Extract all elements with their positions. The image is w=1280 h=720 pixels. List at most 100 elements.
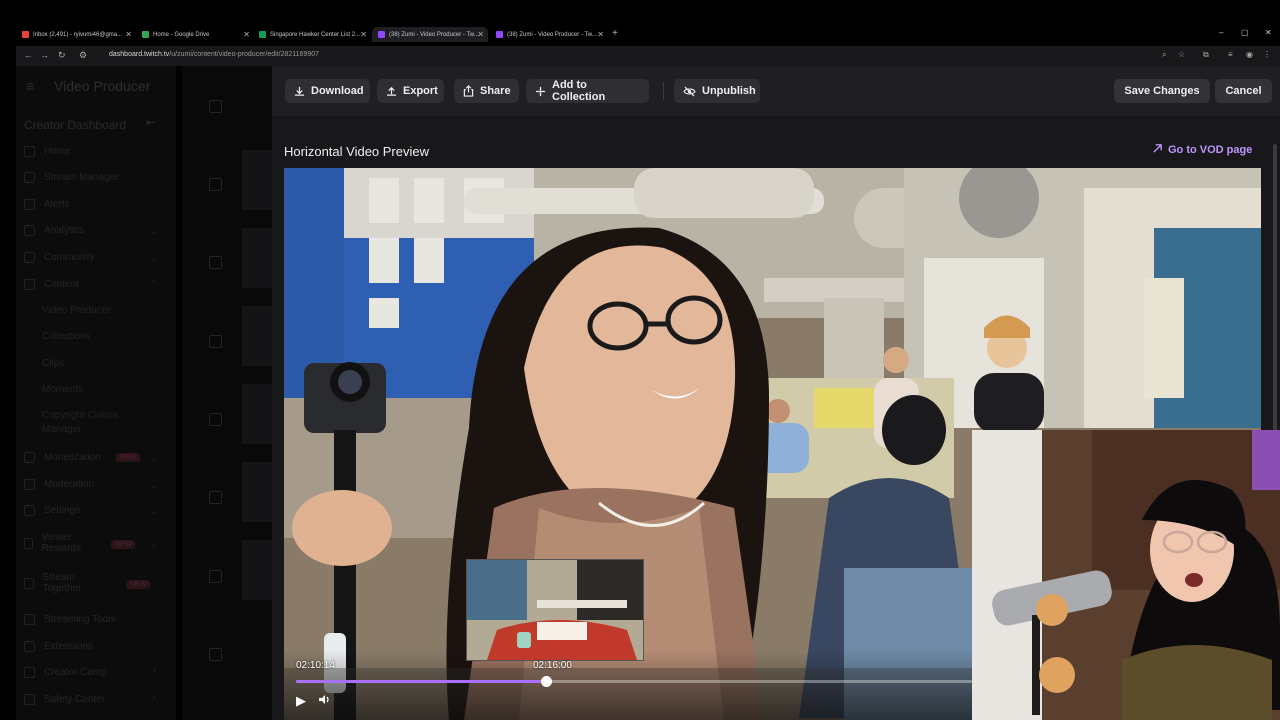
bookmark-star-icon[interactable]: ☆ — [1178, 50, 1185, 59]
new-tab-button[interactable]: + — [612, 28, 618, 39]
close-tab-icon[interactable]: ✕ — [360, 30, 367, 39]
vod-link-label: Go to VOD page — [1168, 144, 1253, 156]
close-tab-icon[interactable]: ✕ — [125, 30, 132, 39]
drive-icon — [142, 31, 149, 38]
forward-icon[interactable]: → — [40, 50, 49, 60]
row-checkbox[interactable] — [209, 335, 222, 348]
browser-tab-active[interactable]: (38) Zumi - Video Producer - Tw... ✕ — [372, 27, 488, 42]
sidebar-subitem[interactable]: Copyright Claims Manager — [42, 409, 142, 437]
sidebar-item-viewer-rewards[interactable]: Viewer Rewards — [24, 532, 94, 554]
row-checkbox[interactable] — [209, 413, 222, 426]
chevron-up-icon: ⌃ — [150, 279, 157, 288]
webcam-frame — [972, 430, 1280, 720]
sidebar-subitem[interactable]: Moments — [42, 383, 83, 397]
sidebar-item-stream-together[interactable]: Stream Together — [24, 572, 104, 594]
together-icon — [24, 577, 34, 589]
browser-tab[interactable]: Inbox (2,491) - ryivumi46@gma... ✕ — [22, 27, 132, 42]
sidebar-item-monetization[interactable]: Monetization — [24, 452, 101, 463]
export-button[interactable]: Export — [377, 79, 444, 103]
sidebar-item-label: Safety Center — [44, 694, 106, 705]
preview-title: Horizontal Video Preview — [284, 144, 429, 159]
sidebar-subitem[interactable]: Clips — [42, 357, 64, 371]
sidebar-item-stream-manager[interactable]: Stream Manager — [24, 172, 118, 183]
row-checkbox[interactable] — [209, 100, 222, 113]
sidebar-item-safety-center[interactable]: Safety Center — [24, 694, 105, 705]
sidebar-subitem[interactable]: Video Producer — [42, 304, 111, 318]
save-changes-label: Save Changes — [1124, 85, 1200, 97]
hover-time: 02:16:00 — [533, 660, 572, 671]
row-checkbox[interactable] — [209, 570, 222, 583]
add-to-collection-button[interactable]: Add to Collection — [526, 79, 649, 103]
video-thumbnail — [242, 384, 272, 444]
reload-icon[interactable]: ↻ — [58, 50, 66, 61]
maximize-button[interactable]: ▢ — [1241, 28, 1249, 37]
browser-tab-bar: Inbox (2,491) - ryivumi46@gma... ✕ Home … — [0, 0, 1280, 46]
close-tab-icon[interactable]: ✕ — [477, 30, 484, 39]
camp-icon — [24, 667, 35, 678]
dashboard-sidebar: ≡ Video Producer Creator Dashboard ⇤ Hom… — [16, 66, 176, 720]
sidebar-item-label: Home — [44, 146, 71, 157]
sidebar-item-settings[interactable]: Settings — [24, 505, 80, 516]
extensions-icon — [24, 641, 35, 652]
close-window-button[interactable]: ✕ — [1265, 28, 1272, 37]
close-tab-icon[interactable]: ✕ — [597, 30, 604, 39]
play-icon[interactable]: ▶ — [296, 693, 306, 709]
hamburger-icon[interactable]: ≡ — [26, 78, 34, 94]
video-thumbnail — [242, 462, 272, 522]
sidebar-item-label: Moderation — [44, 479, 95, 490]
cancel-button[interactable]: Cancel — [1215, 79, 1272, 103]
browser-tab[interactable]: (38) Zumi - Video Producer - Tw... ✕ — [496, 27, 604, 42]
scrub-thumbnail-preview — [466, 559, 644, 661]
alert-icon — [24, 199, 35, 210]
modal-toolbar: Download Export Share Add to Collection — [272, 66, 1280, 116]
sidebar-item-analytics[interactable]: Analytics — [24, 225, 84, 236]
sidebar-item-content[interactable]: Content — [24, 279, 79, 290]
new-badge: NEW — [116, 453, 141, 462]
video-thumbnail — [242, 228, 272, 288]
app-title: Video Producer — [54, 78, 151, 94]
row-checkbox[interactable] — [209, 648, 222, 661]
sidebar-item-label: Monetization — [44, 452, 101, 463]
sidebar-item-label: Creator Camp — [44, 667, 107, 678]
moderation-icon — [24, 479, 35, 490]
save-changes-button[interactable]: Save Changes — [1114, 79, 1210, 103]
sidebar-item-streaming-tools[interactable]: Streaming Tools — [24, 614, 116, 625]
chevron-down-icon: ⌄ — [150, 481, 157, 490]
sidebar-item-community[interactable]: Community — [24, 252, 95, 263]
sidebar-item-moderation[interactable]: Moderation — [24, 479, 94, 490]
sidebar-item-alerts[interactable]: Alerts — [24, 199, 70, 210]
zoom-icon[interactable]: ⌕ — [1162, 50, 1166, 60]
arrow-up-right-icon — [1152, 143, 1163, 157]
extensions-icon[interactable]: ⧉ — [1203, 50, 1209, 60]
url-field[interactable]: dashboard.twitch.tv/u/zumi/content/video… — [109, 51, 319, 58]
menu-icon[interactable]: ⋮ — [1263, 50, 1271, 59]
collapse-icon[interactable]: ⇤ — [146, 116, 155, 129]
minimize-button[interactable]: – — [1219, 28, 1223, 37]
back-icon[interactable]: ← — [24, 50, 33, 60]
row-checkbox[interactable] — [209, 491, 222, 504]
plus-icon — [535, 86, 546, 97]
sidebar-item-creator-camp[interactable]: Creator Camp — [24, 667, 107, 678]
chevron-down-icon: ⌄ — [150, 227, 157, 236]
share-button[interactable]: Share — [454, 79, 519, 103]
site-info-icon[interactable]: ⚙ — [79, 50, 87, 61]
settings-icon — [24, 505, 35, 516]
content-icon — [24, 279, 35, 290]
browser-tab[interactable]: Singapore Hawker Center List 2... ✕ — [259, 27, 367, 42]
row-checkbox[interactable] — [209, 178, 222, 191]
profile-icon[interactable]: ◉ — [1246, 50, 1253, 59]
sidebar-subitem[interactable]: Collections — [42, 330, 91, 344]
sidebar-item-extensions[interactable]: Extensions — [24, 641, 93, 652]
external-link-icon: ↗ — [150, 694, 157, 703]
media-icon[interactable]: ≡ — [1228, 50, 1233, 59]
browser-tab[interactable]: Home - Google Drive ✕ — [142, 27, 250, 42]
go-to-vod-link[interactable]: Go to VOD page — [1152, 143, 1252, 157]
unpublish-button[interactable]: Unpublish — [674, 79, 760, 103]
close-tab-icon[interactable]: ✕ — [243, 30, 250, 39]
seek-bar-progress — [296, 680, 547, 683]
download-button[interactable]: Download — [285, 79, 370, 103]
row-checkbox[interactable] — [209, 256, 222, 269]
seek-bar[interactable] — [296, 676, 972, 687]
sidebar-item-label: Viewer Rewards — [41, 532, 81, 554]
sidebar-item-home[interactable]: Home — [24, 146, 71, 157]
